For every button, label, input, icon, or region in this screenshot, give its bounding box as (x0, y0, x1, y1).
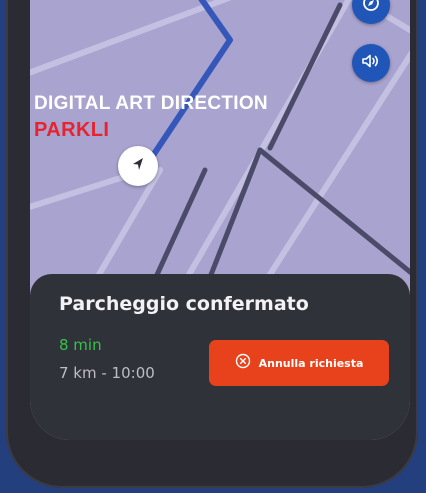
phone-screen: Parcheggio confermato 8 min 7 km - 10:00… (30, 0, 410, 440)
overlay-title: DIGITAL ART DIRECTION (34, 93, 268, 114)
cancel-request-button[interactable]: Annulla richiesta (209, 340, 389, 386)
close-circle-icon (235, 353, 251, 373)
eta-time: 8 min (59, 336, 102, 354)
navigation-arrow-icon (130, 156, 146, 176)
eta-detail: 7 km - 10:00 (59, 364, 155, 382)
cancel-button-label: Annulla richiesta (258, 356, 364, 370)
map-streets (30, 0, 410, 290)
sound-button[interactable] (352, 44, 390, 82)
speaker-icon (361, 52, 381, 74)
phone-frame: Parcheggio confermato 8 min 7 km - 10:00… (6, 0, 418, 488)
current-location-marker (118, 146, 158, 186)
parking-confirmation-sheet: Parcheggio confermato 8 min 7 km - 10:00… (30, 274, 410, 440)
sheet-title: Parcheggio confermato (59, 293, 309, 315)
compass-icon (362, 0, 380, 16)
map-view[interactable] (30, 0, 410, 290)
overlay-subtitle: PARKLI (34, 119, 110, 141)
